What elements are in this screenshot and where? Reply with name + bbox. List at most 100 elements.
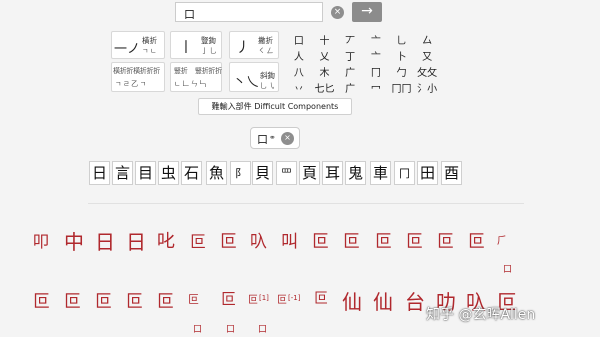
result-char[interactable]: 叵 xyxy=(437,227,454,252)
search-input[interactable]: 口 xyxy=(175,2,323,22)
component-cell[interactable]: 乚 xyxy=(389,31,415,47)
search-go-button[interactable]: → xyxy=(352,2,382,22)
difficult-components-button[interactable]: 難輸入部件 Difficult Components xyxy=(198,98,352,115)
component-cell[interactable]: 攵攵 xyxy=(414,63,440,79)
component-cell[interactable]: 木 xyxy=(312,63,338,79)
radical-button[interactable]: 罒 xyxy=(276,161,297,185)
result-char[interactable]: 叺 xyxy=(250,227,267,252)
stroke-sub-label: 橫折折橫折折折 xyxy=(113,67,160,75)
divider xyxy=(88,203,524,204)
result-char[interactable]: 叵 xyxy=(95,287,112,312)
stroke-shape-icon: ㄱ ㄹ 乙 ㄱ xyxy=(115,80,146,88)
result-tag: [1] xyxy=(259,294,269,302)
component-cell[interactable]: 八 xyxy=(286,63,312,79)
result-char[interactable]: 叵 xyxy=(343,227,360,252)
component-cell[interactable]: 又 xyxy=(414,47,440,63)
watermark: 知乎 @玄晖Allen xyxy=(426,307,536,323)
component-cell[interactable]: 亠 xyxy=(363,31,389,47)
result-char[interactable]: 叵 xyxy=(220,227,237,252)
result-char-partial[interactable]: ⺁ xyxy=(497,232,507,247)
selected-component-chip: 口 ⚭ × xyxy=(250,127,300,149)
radical-button[interactable]: 鬼 xyxy=(345,161,366,185)
radical-button[interactable]: 耳 xyxy=(322,161,343,185)
stroke-shape-icon: ㄱ ㄴ xyxy=(142,47,157,55)
component-cell[interactable]: 广 xyxy=(337,63,363,79)
result-char[interactable]: 中 xyxy=(64,226,84,255)
result-char[interactable]: 仙 xyxy=(373,286,393,315)
component-cell[interactable]: 丁 xyxy=(337,47,363,63)
component-cell[interactable]: 丆 xyxy=(337,31,363,47)
stroke-panel-shu-gou[interactable]: 丨 豎鉤 亅 乚 xyxy=(170,31,222,59)
radical-button[interactable]: 虫 xyxy=(158,161,179,185)
stroke-glyph: 丿 xyxy=(236,40,250,56)
component-cell[interactable]: 人 xyxy=(286,47,312,63)
result-char[interactable]: 叵 xyxy=(33,287,50,312)
stroke-panel-pie-zhe[interactable]: 丿 撇折 ㇛ 𠃋 xyxy=(229,31,279,59)
radical-button[interactable]: 魚 xyxy=(206,161,227,185)
component-cell[interactable]: 十 xyxy=(312,31,338,47)
clear-search-icon[interactable]: × xyxy=(331,6,344,19)
radical-button[interactable]: 車 xyxy=(370,161,391,185)
radical-button[interactable]: 目 xyxy=(135,161,156,185)
radical-button[interactable]: 日 xyxy=(89,161,110,185)
stroke-shape-icon: ㇛ 𠃋 xyxy=(258,47,274,55)
result-char[interactable]: 叵 xyxy=(188,291,199,307)
component-cell[interactable]: 口 xyxy=(286,31,312,47)
result-char[interactable]: 叵 xyxy=(314,288,328,308)
component-cell[interactable]: 丷 xyxy=(286,79,312,95)
selected-component-text: 口 xyxy=(257,133,268,146)
result-char[interactable]: 叵 xyxy=(64,287,81,312)
stroke-shape-icon: ㄴ 𠃊 ㄣ 𠃑 xyxy=(174,80,207,88)
result-char[interactable]: 叫 xyxy=(281,227,298,252)
radical-button[interactable]: 頁 xyxy=(299,161,320,185)
result-char[interactable]: 叵 xyxy=(157,287,174,312)
stroke-label: 撇折 xyxy=(258,36,273,45)
component-cell[interactable]: 冂冂 xyxy=(389,79,415,95)
stroke-panel-xie-gou[interactable]: 丶乀 斜鉤 乚 ㇂ xyxy=(229,62,279,92)
result-char[interactable]: 叵 xyxy=(221,288,236,309)
stroke-panel-heng-zhe[interactable]: 一ノ 橫折 ㄱ ㄴ xyxy=(111,31,165,59)
component-cell[interactable]: 七匕 xyxy=(312,79,338,95)
component-cell[interactable]: 厶 xyxy=(414,31,440,47)
result-char[interactable]: 叵 xyxy=(277,291,287,306)
result-char[interactable]: 叩 xyxy=(33,228,49,252)
component-cell[interactable]: 卜 xyxy=(389,47,415,63)
component-cell[interactable]: 乂 xyxy=(312,47,338,63)
stroke-label: 橫折 xyxy=(142,36,157,45)
stroke-sub-label: 豎折 xyxy=(174,67,188,75)
stroke-panel-heng-zhe-zhe[interactable]: 橫折折橫折折折 ㄱ ㄹ 乙 ㄱ xyxy=(111,62,165,92)
link-icon: ⚭ xyxy=(269,133,276,142)
result-char[interactable]: 叵 xyxy=(406,227,423,252)
radical-button[interactable]: 酉 xyxy=(441,161,462,185)
remove-component-icon[interactable]: × xyxy=(281,132,294,145)
result-char[interactable]: 叵 xyxy=(126,287,143,312)
component-cell[interactable]: 冂 xyxy=(363,63,389,79)
stroke-glyph: 丶乀 xyxy=(233,75,260,90)
radical-button[interactable]: 石 xyxy=(181,161,202,185)
radical-button[interactable]: 阝 xyxy=(230,161,251,185)
result-sub-component: 口 xyxy=(258,325,268,335)
component-cell[interactable]: 亠 xyxy=(363,47,389,63)
result-char[interactable]: 日 xyxy=(95,226,115,255)
result-tag: [-1] xyxy=(288,294,301,302)
result-char[interactable]: 叵 xyxy=(248,291,258,306)
result-sub-component: 口 xyxy=(503,265,513,275)
result-char[interactable]: 叵 xyxy=(190,228,206,252)
stroke-glyph: 丨 xyxy=(179,40,193,56)
radical-button[interactable]: 田 xyxy=(417,161,438,185)
result-char[interactable]: 叵 xyxy=(468,227,485,252)
component-cell[interactable]: 冖 xyxy=(363,79,389,95)
result-char[interactable]: 叵 xyxy=(312,227,329,252)
result-char[interactable]: 日 xyxy=(126,226,146,255)
component-cell[interactable]: 勹 xyxy=(389,63,415,79)
result-char[interactable]: 叵 xyxy=(375,227,392,252)
radical-button[interactable]: 冂 xyxy=(394,161,415,185)
result-char[interactable]: 叱 xyxy=(157,227,175,253)
component-cell[interactable]: 氵小 xyxy=(414,79,440,95)
component-cell[interactable]: 广 xyxy=(337,79,363,95)
radical-button[interactable]: 言 xyxy=(112,161,133,185)
stroke-panel-shu-zhe[interactable]: 豎折 豎折折折 ㄴ 𠃊 ㄣ 𠃑 xyxy=(170,62,222,92)
result-char[interactable]: 台 xyxy=(405,286,425,315)
radical-button[interactable]: 貝 xyxy=(252,161,273,185)
result-char[interactable]: 仙 xyxy=(342,286,362,315)
